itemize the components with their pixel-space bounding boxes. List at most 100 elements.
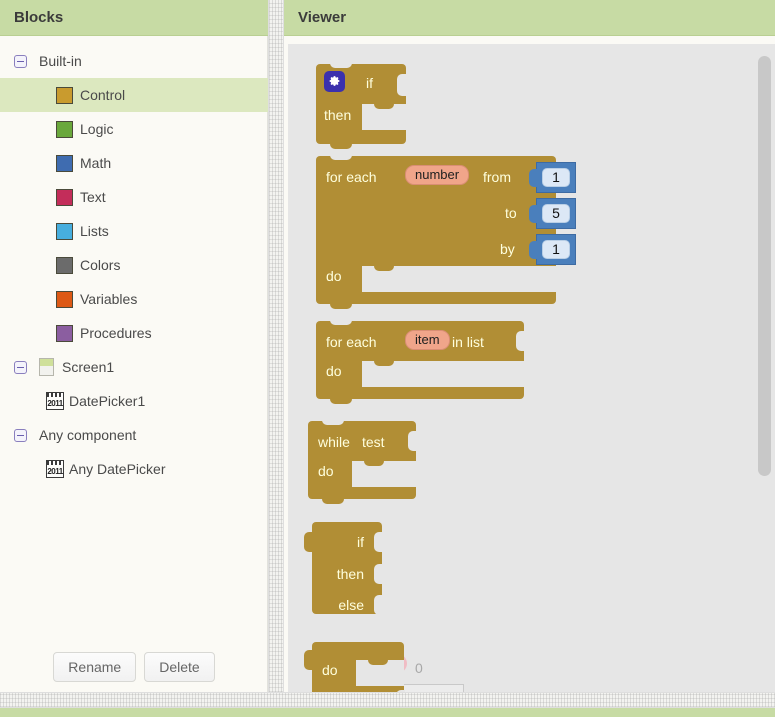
tree-node-builtin-label: Built-in bbox=[39, 53, 82, 69]
for-each-label: for each bbox=[326, 334, 377, 350]
if-condition-socket[interactable] bbox=[397, 74, 407, 96]
number-field-to[interactable]: 5 bbox=[542, 204, 570, 223]
loop-variable-field[interactable]: number bbox=[405, 165, 470, 185]
tree-node-builtin[interactable]: Built-in bbox=[0, 44, 268, 78]
number-field-from[interactable]: 1 bbox=[542, 168, 570, 187]
viewer-panel-header: Viewer bbox=[284, 0, 775, 36]
screen-icon bbox=[39, 358, 54, 376]
blocks-panel: Built-in Control Logic Math Text Lists C… bbox=[0, 36, 268, 692]
block-if-then[interactable]: if then bbox=[316, 63, 407, 149]
to-label: to bbox=[505, 205, 517, 221]
rename-button[interactable]: Rename bbox=[53, 652, 137, 682]
block-number-to[interactable]: 5 bbox=[529, 198, 576, 229]
if-condition-socket[interactable] bbox=[374, 532, 383, 552]
sidebar-item-logic-label: Logic bbox=[80, 121, 114, 137]
sidebar-item-any-datepicker[interactable]: 2011 Any DatePicker bbox=[0, 452, 268, 486]
tree-node-any-component[interactable]: Any component bbox=[0, 418, 268, 452]
tree-node-any-component-label: Any component bbox=[39, 427, 137, 443]
vertical-splitter[interactable] bbox=[268, 0, 284, 700]
else-value-socket[interactable] bbox=[374, 595, 383, 615]
then-label: then bbox=[336, 566, 364, 582]
variables-color-swatch bbox=[56, 290, 73, 308]
block-number-by[interactable]: 1 bbox=[529, 234, 576, 265]
procedures-color-swatch bbox=[56, 324, 73, 342]
then-value-socket[interactable] bbox=[374, 564, 383, 584]
block-if-then-else[interactable]: if then else bbox=[304, 522, 383, 615]
sidebar-item-datepicker1[interactable]: 2011 DatePicker1 bbox=[0, 384, 268, 418]
block-notch-bottom bbox=[322, 499, 344, 504]
sidebar-item-lists[interactable]: Lists bbox=[0, 214, 268, 248]
while-label: while bbox=[318, 434, 350, 450]
output-plug bbox=[304, 650, 313, 670]
colors-color-swatch bbox=[56, 256, 73, 274]
tree-node-screen1[interactable]: Screen1 bbox=[0, 350, 268, 384]
number-plug bbox=[529, 241, 538, 259]
then-label: then bbox=[324, 107, 352, 123]
sidebar-item-logic[interactable]: Logic bbox=[0, 112, 268, 146]
sidebar-item-variables-label: Variables bbox=[80, 291, 138, 307]
block-notch-top bbox=[330, 320, 352, 325]
sidebar-item-colors-label: Colors bbox=[80, 257, 121, 273]
sidebar-item-variables[interactable]: Variables bbox=[0, 282, 268, 316]
do-label: do bbox=[326, 363, 342, 379]
math-color-swatch bbox=[56, 154, 73, 172]
horizontal-splitter[interactable] bbox=[0, 692, 775, 708]
block-while-test[interactable]: while test do bbox=[308, 420, 417, 504]
blocks-panel-title: Blocks bbox=[14, 9, 64, 26]
block-notch-bottom bbox=[330, 399, 352, 404]
error-count: 0 bbox=[415, 660, 423, 676]
collapse-minus-icon[interactable] bbox=[14, 428, 27, 442]
do-statement-slot[interactable] bbox=[356, 660, 404, 686]
blockly-workspace-canvas[interactable]: 0 ✕ 0 Show Warnings bbox=[288, 44, 775, 692]
sidebar-item-colors[interactable]: Colors bbox=[0, 248, 268, 282]
sidebar-item-control[interactable]: Control bbox=[0, 78, 268, 112]
workspace-vertical-scrollbar-thumb[interactable] bbox=[758, 56, 771, 476]
by-label: by bbox=[500, 241, 515, 257]
lists-color-swatch bbox=[56, 222, 73, 240]
collapse-minus-icon[interactable] bbox=[14, 360, 27, 374]
block-for-each-number[interactable]: for each number from to by do bbox=[316, 155, 557, 309]
datepicker-icon: 2011 bbox=[46, 392, 64, 410]
do-label: do bbox=[322, 662, 338, 678]
do-statement-slot[interactable] bbox=[352, 461, 416, 487]
block-notch-bottom bbox=[330, 304, 352, 309]
number-plug bbox=[529, 205, 538, 223]
tree-node-screen1-label: Screen1 bbox=[62, 359, 115, 375]
datepicker-icon: 2011 bbox=[46, 460, 64, 478]
datepicker-icon-text: 2011 bbox=[47, 467, 63, 476]
workspace-vertical-scrollbar-track[interactable] bbox=[758, 50, 771, 650]
block-do-result[interactable]: do result bbox=[304, 642, 405, 692]
do-label: do bbox=[318, 463, 334, 479]
logic-color-swatch bbox=[56, 120, 73, 138]
collapse-minus-icon[interactable] bbox=[14, 54, 27, 68]
block-for-each-item-in-list[interactable]: for each item in list do bbox=[316, 320, 525, 404]
mutator-gear-icon[interactable] bbox=[324, 71, 345, 92]
for-each-label: for each bbox=[326, 169, 377, 185]
viewer-panel-title: Viewer bbox=[298, 9, 347, 26]
text-color-swatch bbox=[56, 188, 73, 206]
sidebar-item-math[interactable]: Math bbox=[0, 146, 268, 180]
block-number-from[interactable]: 1 bbox=[529, 162, 576, 193]
then-statement-slot[interactable] bbox=[362, 104, 406, 130]
delete-button[interactable]: Delete bbox=[144, 652, 215, 682]
sidebar-item-procedures[interactable]: Procedures bbox=[0, 316, 268, 350]
do-statement-slot[interactable] bbox=[362, 266, 556, 292]
if-label: if bbox=[366, 75, 373, 91]
blocks-tree: Built-in Control Logic Math Text Lists C… bbox=[0, 44, 268, 486]
sidebar-item-text[interactable]: Text bbox=[0, 180, 268, 214]
sidebar-item-math-label: Math bbox=[80, 155, 112, 171]
while-test-socket[interactable] bbox=[408, 431, 417, 451]
control-color-swatch bbox=[56, 86, 73, 104]
loop-variable-field[interactable]: item bbox=[405, 330, 450, 350]
list-value-socket[interactable] bbox=[516, 331, 525, 351]
bottom-panel-strip bbox=[0, 708, 775, 717]
do-statement-slot[interactable] bbox=[362, 361, 524, 387]
test-label: test bbox=[362, 434, 385, 450]
sidebar-item-text-label: Text bbox=[80, 189, 106, 205]
else-label: else bbox=[338, 597, 364, 613]
number-field-by[interactable]: 1 bbox=[542, 240, 570, 259]
block-notch-top bbox=[330, 63, 352, 68]
sidebar-item-lists-label: Lists bbox=[80, 223, 109, 239]
do-label: do bbox=[326, 268, 342, 284]
block-while-body bbox=[308, 421, 416, 499]
